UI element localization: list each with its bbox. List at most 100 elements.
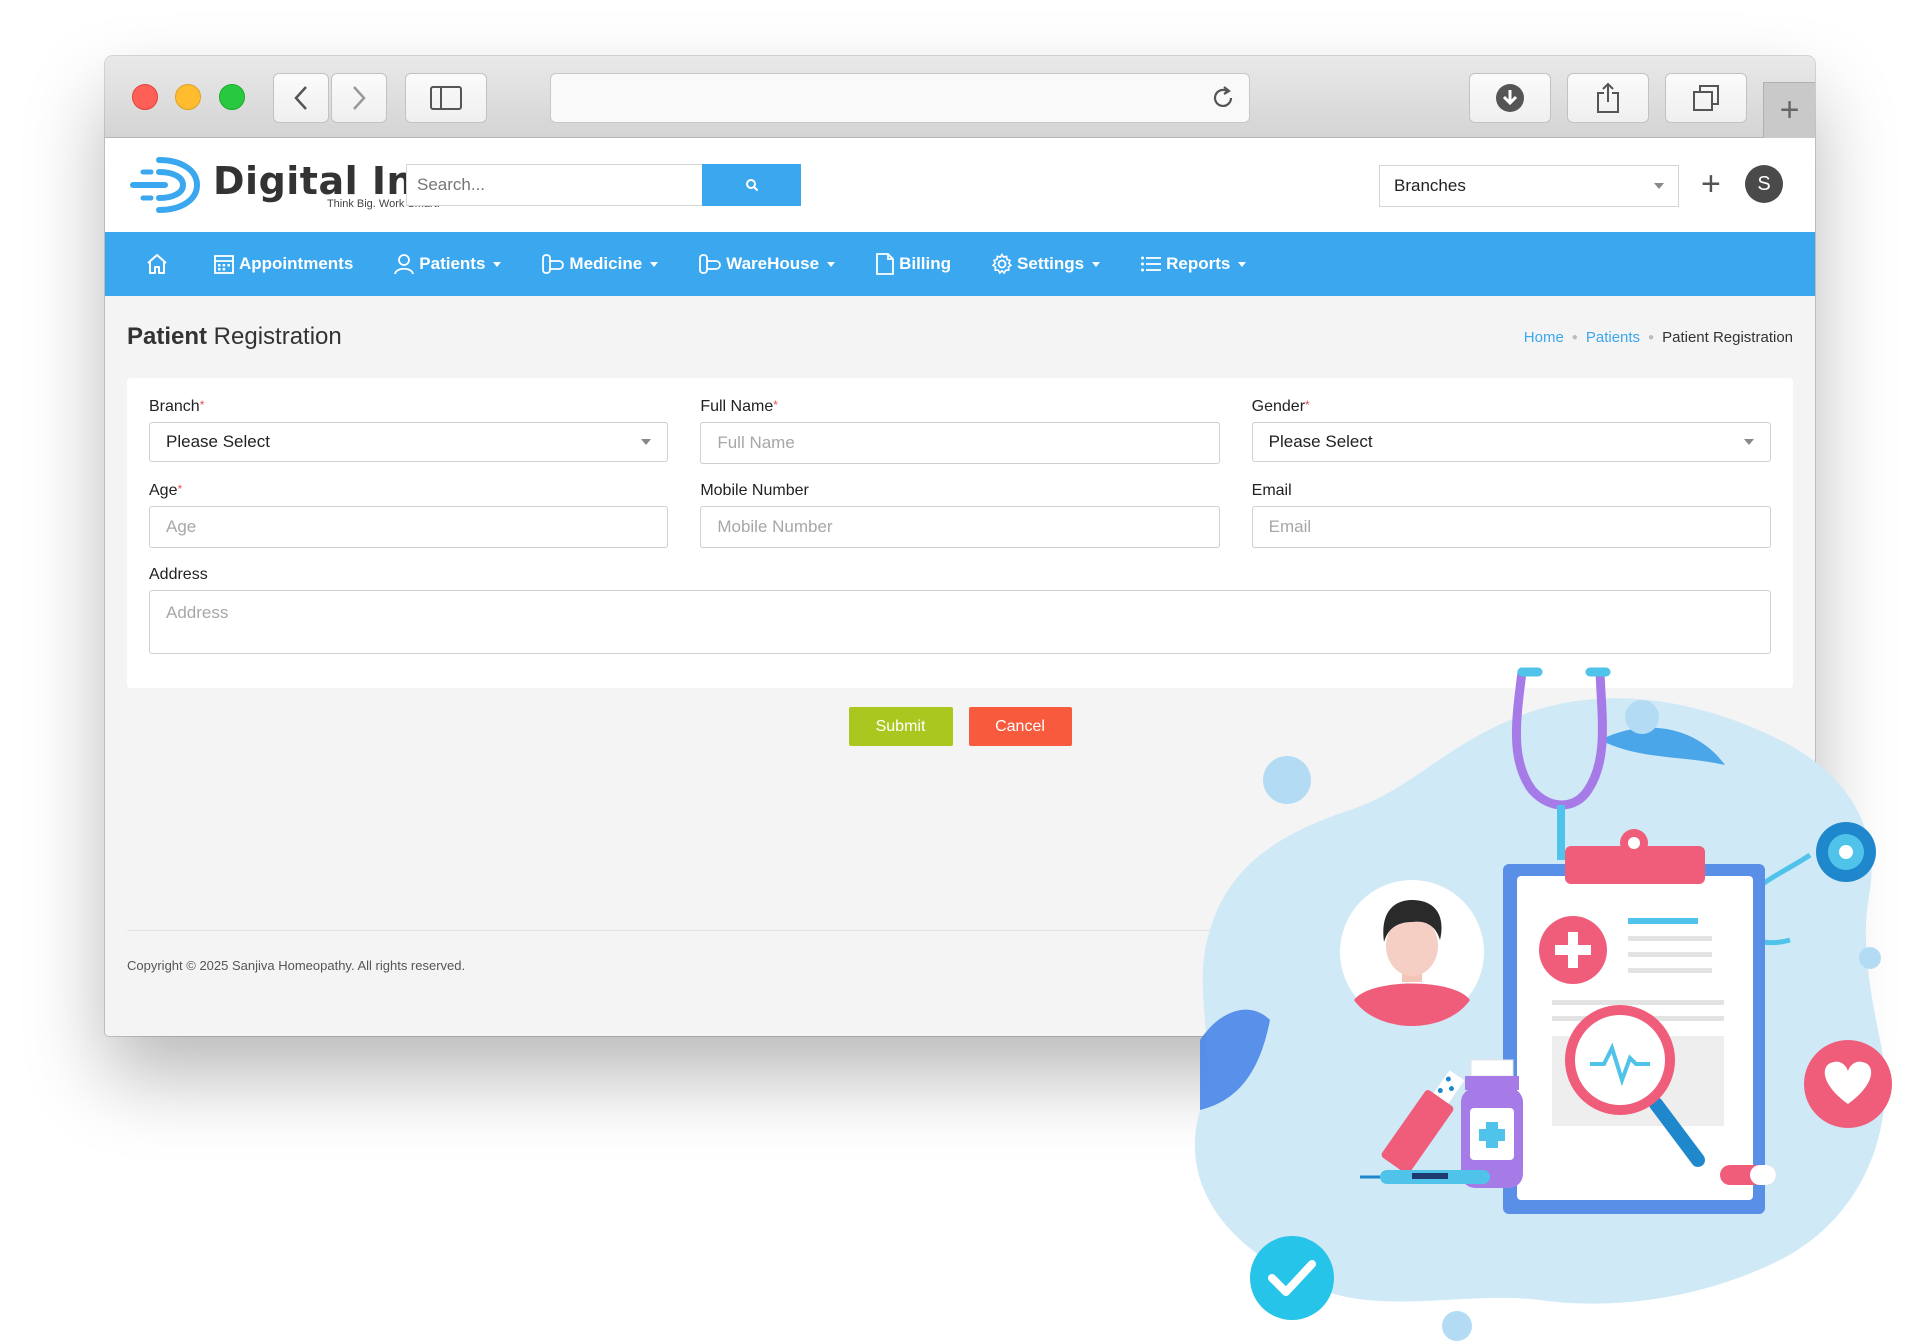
branches-label: Branches [1394, 176, 1466, 195]
branch-field: Branch* Please Select [149, 398, 669, 464]
nav-billing[interactable]: Billing [875, 252, 951, 276]
branch-label: Branch* [149, 398, 205, 415]
address-textarea[interactable]: Address [149, 590, 1771, 654]
branch-select[interactable]: Please Select [149, 422, 669, 462]
address-field: Address Address [149, 566, 1771, 654]
add-button[interactable]: + [1701, 162, 1721, 206]
close-window-button[interactable] [132, 84, 158, 110]
pill-icon [542, 254, 565, 274]
caret-down-icon [827, 261, 836, 267]
sidebar-toggle-button[interactable] [405, 73, 487, 123]
age-field: Age* Age [149, 482, 669, 548]
forward-button[interactable] [331, 73, 387, 123]
gender-select[interactable]: Please Select [1251, 422, 1771, 462]
sidebar-icon [430, 86, 462, 110]
submit-button[interactable]: Submit [848, 707, 953, 746]
stage: + Digital Ink Think Big. Work Smart. Sea… [0, 0, 1916, 1343]
tabs-icon [1693, 85, 1719, 111]
pill-icon [699, 254, 722, 274]
age-input[interactable]: Age [149, 506, 669, 548]
nav-reports-label: Reports [1166, 254, 1231, 273]
page-header: Patient Registration Home ● Patients ● P… [127, 296, 1793, 378]
minimize-window-button[interactable] [175, 84, 201, 110]
nav-medicine[interactable]: Medicine [541, 253, 659, 275]
address-label: Address [149, 566, 208, 583]
branches-select[interactable]: Branches [1379, 165, 1679, 207]
full-name-label: Full Name* [700, 398, 778, 415]
share-button[interactable] [1567, 73, 1649, 123]
document-icon [876, 253, 894, 275]
main-nav: Appointments Patients Medicine WareHouse… [105, 232, 1815, 296]
maximize-window-button[interactable] [219, 84, 245, 110]
nav-warehouse[interactable]: WareHouse [698, 253, 836, 275]
nav-medicine-label: Medicine [569, 254, 643, 273]
page-title-rest: Registration [207, 323, 342, 350]
medical-illustration [1194, 667, 1892, 1341]
list-icon [1141, 256, 1162, 272]
back-button[interactable] [273, 73, 329, 123]
full-name-input[interactable]: Full Name [700, 422, 1220, 464]
browser-toolbar: + [105, 56, 1815, 138]
reload-icon [1213, 86, 1233, 107]
caret-down-icon [493, 261, 502, 267]
breadcrumb-separator: ● [1648, 331, 1655, 343]
home-icon [147, 254, 167, 274]
nav-billing-label: Billing [899, 254, 952, 273]
caret-down-icon [1092, 261, 1101, 267]
email-label: Email [1251, 482, 1292, 499]
age-label: Age* [149, 482, 183, 499]
tabs-overview-button[interactable] [1665, 73, 1747, 123]
gender-select-value: Please Select [1268, 432, 1373, 451]
nav-appointments-label: Appointments [239, 254, 354, 273]
nav-reports[interactable]: Reports [1140, 254, 1247, 274]
address-bar[interactable] [550, 73, 1250, 123]
new-tab-button[interactable]: + [1763, 82, 1815, 138]
calendar-icon [214, 255, 234, 274]
chevron-down-icon [1654, 183, 1664, 189]
branch-select-value: Please Select [166, 432, 270, 451]
search-input[interactable] [406, 164, 702, 206]
breadcrumb-current: Patient Registration [1662, 328, 1793, 346]
mobile-input[interactable]: Mobile Number [700, 506, 1220, 548]
nav-home[interactable] [145, 252, 173, 276]
search-icon [745, 179, 758, 192]
mobile-field: Mobile Number Mobile Number [700, 482, 1220, 548]
gender-field: Gender* Please Select [1251, 398, 1771, 464]
chevron-down-icon [1743, 439, 1754, 445]
nav-warehouse-label: WareHouse [726, 254, 820, 273]
logo[interactable]: Digital Ink Think Big. Work Smart. [129, 154, 440, 216]
breadcrumb-home[interactable]: Home [1524, 329, 1564, 346]
download-icon [1496, 84, 1524, 112]
breadcrumb-separator: ● [1571, 331, 1578, 343]
page-title: Patient Registration [127, 323, 342, 351]
registration-form: Branch* Please Select Full Name* Full Na… [127, 378, 1793, 688]
avatar[interactable]: S [1745, 165, 1783, 203]
plus-icon: + [1779, 91, 1800, 129]
user-icon [394, 254, 415, 275]
nav-patients-label: Patients [419, 254, 486, 273]
chevron-down-icon [641, 439, 652, 445]
gear-icon [991, 253, 1013, 275]
nav-patients[interactable]: Patients [393, 253, 502, 275]
gender-label: Gender* [1251, 398, 1310, 415]
caret-down-icon [650, 261, 659, 267]
mobile-label: Mobile Number [700, 482, 809, 499]
logo-icon [130, 157, 201, 213]
share-icon [1597, 82, 1619, 113]
page-title-bold: Patient [127, 323, 208, 350]
caret-down-icon [1238, 261, 1247, 267]
chevron-left-icon [294, 86, 307, 110]
downloads-button[interactable] [1469, 73, 1551, 123]
cancel-button[interactable]: Cancel [968, 707, 1072, 746]
email-input[interactable]: Email [1251, 506, 1771, 548]
breadcrumb-patients[interactable]: Patients [1586, 329, 1640, 346]
app-header: Digital Ink Think Big. Work Smart. Branc… [105, 138, 1815, 232]
breadcrumb: Home ● Patients ● Patient Registration [1524, 329, 1793, 346]
footer-copyright: Copyright © 2025 Sanjiva Homeopathy. All… [127, 958, 466, 973]
full-name-field: Full Name* Full Name [700, 398, 1220, 464]
search-button[interactable] [702, 164, 801, 206]
nav-settings-label: Settings [1017, 254, 1085, 273]
email-field: Email Email [1251, 482, 1771, 548]
nav-appointments[interactable]: Appointments [213, 253, 353, 275]
nav-settings[interactable]: Settings [991, 253, 1101, 275]
